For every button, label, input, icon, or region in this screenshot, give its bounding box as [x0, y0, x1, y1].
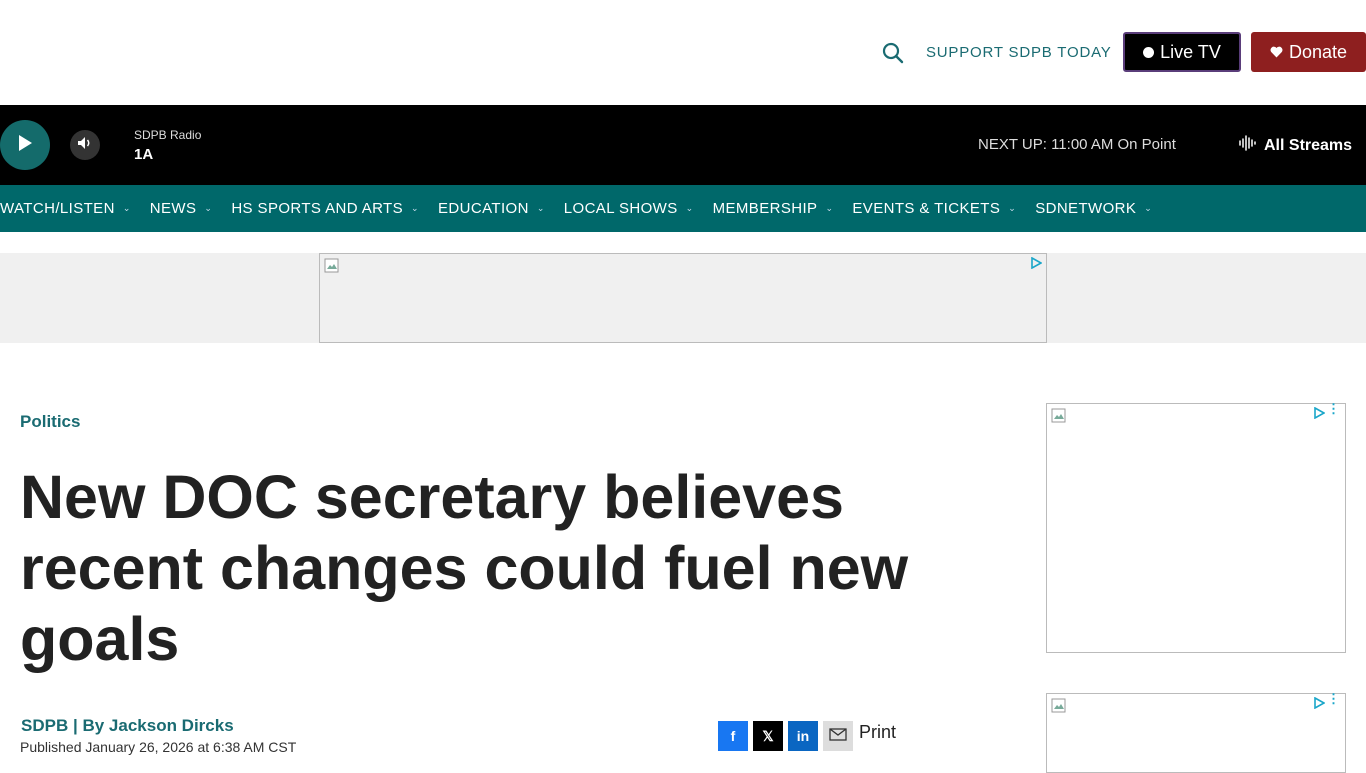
live-dot-icon	[1143, 46, 1155, 58]
nav-item-sdnetwork[interactable]: SDNETWORK ⌄	[1035, 200, 1171, 217]
station-name: SDPB Radio	[134, 128, 202, 142]
chevron-down-icon: ⌄	[685, 203, 694, 213]
chevron-down-icon: ⌄	[411, 203, 419, 213]
print-button[interactable]: Print	[859, 722, 896, 743]
nav-item-membership[interactable]: MEMBERSHIP ⌄	[713, 200, 853, 217]
live-tv-label: Live TV	[1160, 41, 1221, 62]
x-share-button[interactable]: 𝕏	[753, 721, 783, 751]
ad-choices-icon[interactable]	[1030, 256, 1043, 270]
byline-author[interactable]: Jackson Dircks	[109, 716, 234, 735]
x-icon: 𝕏	[762, 727, 774, 744]
facebook-share-button[interactable]: f	[718, 721, 748, 751]
published-date: Published January 26, 2026 at 6:38 AM CS…	[20, 739, 297, 755]
ad-band	[0, 253, 1366, 343]
email-share-button[interactable]	[823, 721, 853, 751]
chevron-down-icon: ⌄	[825, 203, 834, 213]
nav-item-label: LOCAL SHOWS	[563, 200, 678, 217]
nav-item-label: MEMBERSHIP	[712, 200, 818, 217]
article-headline: New DOC secretary believes recent change…	[20, 463, 909, 673]
linkedin-share-button[interactable]: in	[788, 721, 818, 751]
share-toolbar: f 𝕏 in Print	[718, 721, 896, 751]
nav-item-label: NEWS	[149, 200, 197, 217]
broken-image-icon	[1051, 698, 1067, 714]
volume-icon	[77, 136, 93, 155]
broken-image-icon	[1051, 408, 1067, 424]
audio-player: SDPB Radio 1A NEXT UP: 11:00 AM On Point…	[0, 105, 1366, 185]
chevron-down-icon: ⌄	[204, 203, 213, 213]
sidebar-ad[interactable]: ⋮	[1046, 692, 1346, 773]
play-button[interactable]	[0, 120, 50, 170]
nav-item-label: EVENTS & TICKETS	[852, 200, 1001, 217]
main-nav: WATCH/LISTEN ⌄ NEWS ⌄ HS SPORTS AND ARTS ⌄ …	[0, 185, 1366, 232]
chevron-down-icon: ⌄	[1144, 203, 1153, 213]
nav-item-hs-sports[interactable]: HS SPORTS AND ARTS ⌄	[231, 200, 438, 217]
byline: SDPB | By Jackson Dircks	[21, 716, 234, 736]
broken-image-icon	[324, 258, 340, 274]
chevron-down-icon: ⌄	[536, 203, 545, 213]
nav-item-education[interactable]: EDUCATION ⌄	[438, 200, 564, 217]
live-tv-button[interactable]: Live TV	[1123, 32, 1241, 72]
all-streams-button[interactable]: All Streams	[1238, 135, 1352, 156]
nav-item-events-tickets[interactable]: EVENTS & TICKETS ⌄	[852, 200, 1035, 217]
article-category[interactable]: Politics	[20, 412, 80, 432]
nav-item-news[interactable]: NEWS ⌄	[150, 200, 232, 217]
nav-item-local-shows[interactable]: LOCAL SHOWS ⌄	[564, 200, 713, 217]
support-link[interactable]: SUPPORT SDPB TODAY	[926, 44, 1112, 61]
site-header: SUPPORT SDPB TODAY Live TV Donate	[0, 0, 1366, 105]
nav-item-label: SDNETWORK	[1035, 200, 1137, 217]
all-streams-label: All Streams	[1264, 136, 1353, 154]
ad-choices-icon[interactable]	[1313, 406, 1326, 420]
linkedin-icon: in	[796, 728, 810, 744]
byline-source[interactable]: SDPB	[21, 716, 68, 735]
facebook-icon: f	[730, 728, 736, 744]
nav-item-label: HS SPORTS AND ARTS	[231, 200, 404, 217]
search-icon[interactable]	[880, 40, 906, 66]
byline-by: | By	[72, 716, 105, 735]
nav-item-label: WATCH/LISTEN	[0, 200, 115, 217]
ad-choices-icon[interactable]	[1313, 696, 1326, 710]
next-up-text: NEXT UP: 11:00 AM On Point	[978, 136, 1176, 153]
sidebar-ad[interactable]: ⋮	[1046, 402, 1346, 653]
program-name: 1A	[134, 146, 154, 163]
chevron-down-icon: ⌄	[122, 203, 131, 213]
email-icon	[829, 728, 847, 744]
more-options-icon[interactable]: ⋮	[1327, 692, 1340, 705]
chevron-down-icon: ⌄	[1008, 203, 1017, 213]
waveform-icon	[1238, 135, 1258, 156]
banner-ad[interactable]	[319, 253, 1047, 343]
nav-item-label: EDUCATION	[437, 200, 529, 217]
volume-button[interactable]	[70, 130, 100, 160]
donate-label: Donate	[1288, 41, 1348, 62]
play-icon	[17, 134, 33, 157]
donate-button[interactable]: Donate	[1251, 32, 1366, 72]
heart-icon	[1270, 42, 1283, 63]
nav-item-watch-listen[interactable]: WATCH/LISTEN ⌄	[0, 200, 150, 217]
more-options-icon[interactable]: ⋮	[1327, 402, 1340, 415]
